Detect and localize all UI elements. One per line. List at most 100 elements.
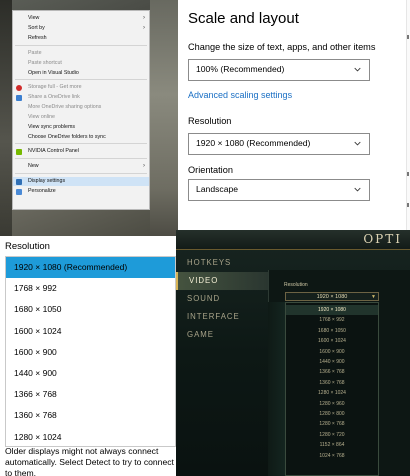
context-menu-item-label: Refresh xyxy=(28,35,47,41)
resolution-dropdown-value: 1920 × 1080 (Recommended) xyxy=(196,138,311,148)
context-menu-item[interactable]: Refresh xyxy=(13,34,149,43)
chevron-down-icon xyxy=(354,141,361,146)
orientation-dropdown-value: Landscape xyxy=(196,184,239,194)
game-top-bar: OPTI xyxy=(176,230,410,250)
menu-separator xyxy=(15,143,147,144)
game-resolution-option[interactable]: 1280 × 960 xyxy=(286,399,378,409)
resolution-option[interactable]: 1920 × 1080 (Recommended) xyxy=(6,257,175,279)
nvidia-icon xyxy=(16,148,22,155)
orientation-label: Orientation xyxy=(188,165,233,175)
game-resolution-option[interactable]: 1920 × 1080 xyxy=(286,305,378,316)
context-menu-item: Paste xyxy=(13,49,149,58)
game-resolution-option[interactable]: 1280 × 800 xyxy=(286,409,378,419)
context-menu-item: Share a OneDrive link xyxy=(13,93,149,102)
context-menu-item[interactable]: Sort by › xyxy=(13,24,149,33)
menu-separator xyxy=(15,45,147,46)
detect-note: Older displays might not always connect … xyxy=(5,446,174,476)
desktop-wallpaper-left xyxy=(0,0,12,236)
context-menu-item-label: New xyxy=(28,163,39,169)
game-nav-item[interactable]: INTERFACE xyxy=(176,308,268,326)
scale-dropdown[interactable]: 100% (Recommended) xyxy=(188,59,370,81)
context-menu-item-label: NVIDIA Control Panel xyxy=(28,148,79,154)
personalize-icon xyxy=(16,188,22,195)
resolution-title: Resolution xyxy=(5,241,50,252)
edge-mark xyxy=(407,203,409,207)
edge-mark xyxy=(407,172,409,176)
page-title: Scale and layout xyxy=(188,10,299,27)
desktop-wallpaper-right xyxy=(150,0,178,236)
game-nav-item[interactable]: HOTKEYS xyxy=(176,254,268,272)
resolution-option[interactable]: 1600 × 1024 xyxy=(6,321,175,342)
context-menu-item[interactable]: Display settings xyxy=(13,177,149,186)
advanced-scaling-link[interactable]: Advanced scaling settings xyxy=(188,90,292,100)
chevron-right-icon: › xyxy=(143,163,145,169)
context-menu-item[interactable]: NVIDIA Control Panel xyxy=(13,147,149,156)
game-resolution-option[interactable]: 1024 × 768 xyxy=(286,451,378,461)
context-menu-item-label: Storage full - Get more xyxy=(28,84,82,90)
orientation-dropdown[interactable]: Landscape xyxy=(188,179,370,201)
menu-separator xyxy=(15,158,147,159)
chevron-down-icon xyxy=(354,187,361,192)
chevron-right-icon: › xyxy=(143,15,145,21)
game-nav-item[interactable]: SOUND xyxy=(176,290,268,308)
window-edge xyxy=(406,0,410,236)
context-menu-item[interactable]: New › xyxy=(13,162,149,171)
game-resolution-option[interactable]: 1152 × 864 xyxy=(286,440,378,450)
game-resolution-option[interactable]: 1600 × 1024 xyxy=(286,336,378,346)
game-resolution-option[interactable]: 1440 × 900 xyxy=(286,357,378,367)
display-settings-panel: Scale and layout Change the size of text… xyxy=(178,0,410,236)
context-menu-item[interactable]: Personalize xyxy=(13,187,149,196)
resolution-option[interactable]: 1360 × 768 xyxy=(6,405,175,426)
storage-warning-icon xyxy=(16,84,22,91)
game-resolution-option[interactable]: 1360 × 768 xyxy=(286,378,378,388)
chevron-right-icon: › xyxy=(143,25,145,31)
game-resolution-option[interactable]: 1366 × 768 xyxy=(286,367,378,377)
context-menu-item-label: Personalize xyxy=(28,188,56,194)
menu-separator xyxy=(15,79,147,80)
context-menu-item-label: Open in Visual Studio xyxy=(28,70,79,76)
resolution-option[interactable]: 1440 × 900 xyxy=(6,363,175,384)
resolution-dropdown[interactable]: 1920 × 1080 (Recommended) xyxy=(188,133,370,155)
resolution-option[interactable]: 1680 × 1050 xyxy=(6,299,175,320)
dropdown-arrow-icon: ▼ xyxy=(371,294,376,300)
onedrive-icon xyxy=(16,94,22,101)
context-menu-item-label: Share a OneDrive link xyxy=(28,94,80,100)
game-resolution-option[interactable]: 1680 × 1050 xyxy=(286,326,378,336)
context-menu-item[interactable]: View › xyxy=(13,14,149,23)
game-resolution-option[interactable]: 1280 × 720 xyxy=(286,430,378,440)
game-nav-item[interactable]: VIDEO xyxy=(176,272,268,290)
game-resolution-option[interactable]: 1280 × 768 xyxy=(286,419,378,429)
resolution-option[interactable]: 1366 × 768 xyxy=(6,384,175,405)
game-resolution-label: Resolution xyxy=(284,282,308,288)
resolution-option[interactable]: 1600 × 900 xyxy=(6,342,175,363)
game-nav-item[interactable]: GAME xyxy=(176,326,268,344)
context-menu-item: Storage full - Get more xyxy=(13,83,149,92)
context-menu-item[interactable]: Open in Visual Studio xyxy=(13,69,149,78)
game-resolution-option[interactable]: 1768 × 992 xyxy=(286,315,378,325)
context-menu: View › Sort by › Refresh Paste Paste shortcut O… xyxy=(12,10,150,210)
context-menu-item[interactable]: Choose OneDrive folders to sync xyxy=(13,133,149,142)
panel-gutter xyxy=(268,302,285,476)
game-resolution-value: 1920 × 1080 xyxy=(316,294,348,300)
display-icon xyxy=(16,178,22,185)
resolution-label: Resolution xyxy=(188,116,232,126)
context-menu-item-label: Display settings xyxy=(28,178,66,184)
game-resolution-option[interactable]: 1280 × 1024 xyxy=(286,388,378,398)
resolution-dropdown-open: Resolution 1920 × 1080 (Recommended) 1768… xyxy=(0,236,176,476)
context-menu-item-label: View sync problems xyxy=(28,124,76,130)
context-menu-item: Paste shortcut xyxy=(13,59,149,68)
context-menu-item-label: More OneDrive sharing options xyxy=(28,104,102,110)
context-menu-item-label: Paste xyxy=(28,50,42,56)
resolution-option[interactable]: 1280 × 1024 xyxy=(6,427,175,448)
context-menu-item-label: Paste shortcut xyxy=(28,60,62,66)
edge-mark xyxy=(407,35,409,39)
game-options-screen: OPTI HOTKEYS VIDEO SOUND INTERFACE GAME Reso… xyxy=(176,230,410,476)
resolution-options-list: 1920 × 1080 (Recommended) 1768 × 992 1680 … xyxy=(5,256,176,447)
context-menu-item[interactable]: View sync problems xyxy=(13,123,149,132)
game-options-nav: HOTKEYS VIDEO SOUND INTERFACE GAME xyxy=(176,250,268,476)
resolution-option[interactable]: 1768 × 992 xyxy=(6,278,175,299)
context-menu-item-label: Choose OneDrive folders to sync xyxy=(28,134,106,140)
game-resolution-option[interactable]: 1600 × 900 xyxy=(286,347,378,357)
context-menu-item: More OneDrive sharing options xyxy=(13,103,149,112)
game-resolution-select[interactable]: 1920 × 1080 ▼ xyxy=(285,292,379,301)
